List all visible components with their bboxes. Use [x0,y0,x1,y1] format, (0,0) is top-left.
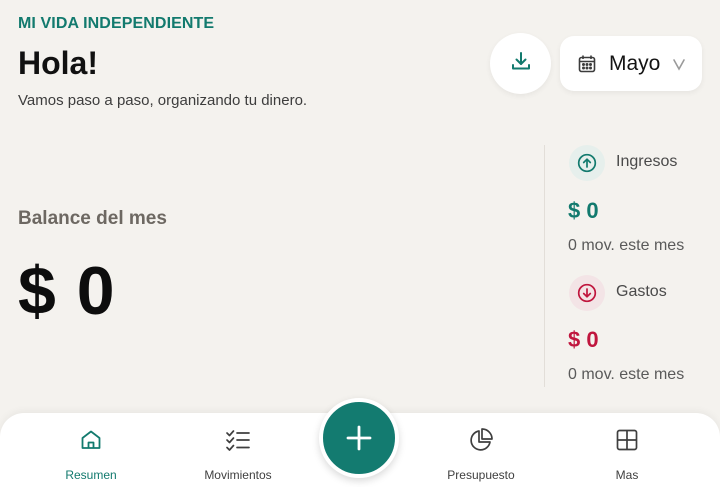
expenses-icon-badge [569,275,605,311]
income-value: $ 0 [568,198,599,223]
arrow-up-circle-icon [577,153,597,173]
income-icon-badge [569,145,605,181]
income-label: Ingresos [616,153,678,170]
nav-item-presupuesto[interactable]: Presupuesto [431,413,531,487]
greeting-subtitle: Vamos paso a paso, organizando tu dinero… [18,92,308,109]
nav-label-movimientos: Movimientos [204,468,272,482]
add-transaction-button[interactable] [319,398,399,478]
greeting-title: Hola! [18,45,98,81]
nav-item-resumen[interactable]: Resumen [46,413,136,487]
income-note: 0 mov. este mes [568,237,685,254]
nav-item-movimientos[interactable]: Movimientos [188,413,288,487]
arrow-down-circle-icon [577,283,597,303]
calendar-icon [577,54,597,74]
chevron-down-icon [672,57,686,71]
month-label: Mayo [609,51,661,75]
expenses-note: 0 mov. este mes [568,366,685,383]
summary-divider [544,145,545,387]
checklist-icon [225,427,251,453]
download-icon [510,50,532,77]
nav-label-mas: Mas [615,468,639,482]
home-icon [79,427,103,453]
nav-item-mas[interactable]: Mas [597,413,657,487]
expenses-value: $ 0 [568,327,599,352]
balance-label: Balance del mes [18,208,167,229]
pie-chart-icon [468,427,494,453]
balance-value: $ 0 [18,253,116,329]
download-button[interactable] [490,33,551,94]
grid-icon [615,427,639,453]
nav-label-resumen: Resumen [65,468,117,482]
brand-title: MI VIDA INDEPENDIENTE [18,15,215,32]
plus-icon [345,424,373,452]
nav-label-presupuesto: Presupuesto [447,468,515,482]
expenses-label: Gastos [616,283,667,300]
month-selector[interactable]: Mayo [560,36,702,91]
